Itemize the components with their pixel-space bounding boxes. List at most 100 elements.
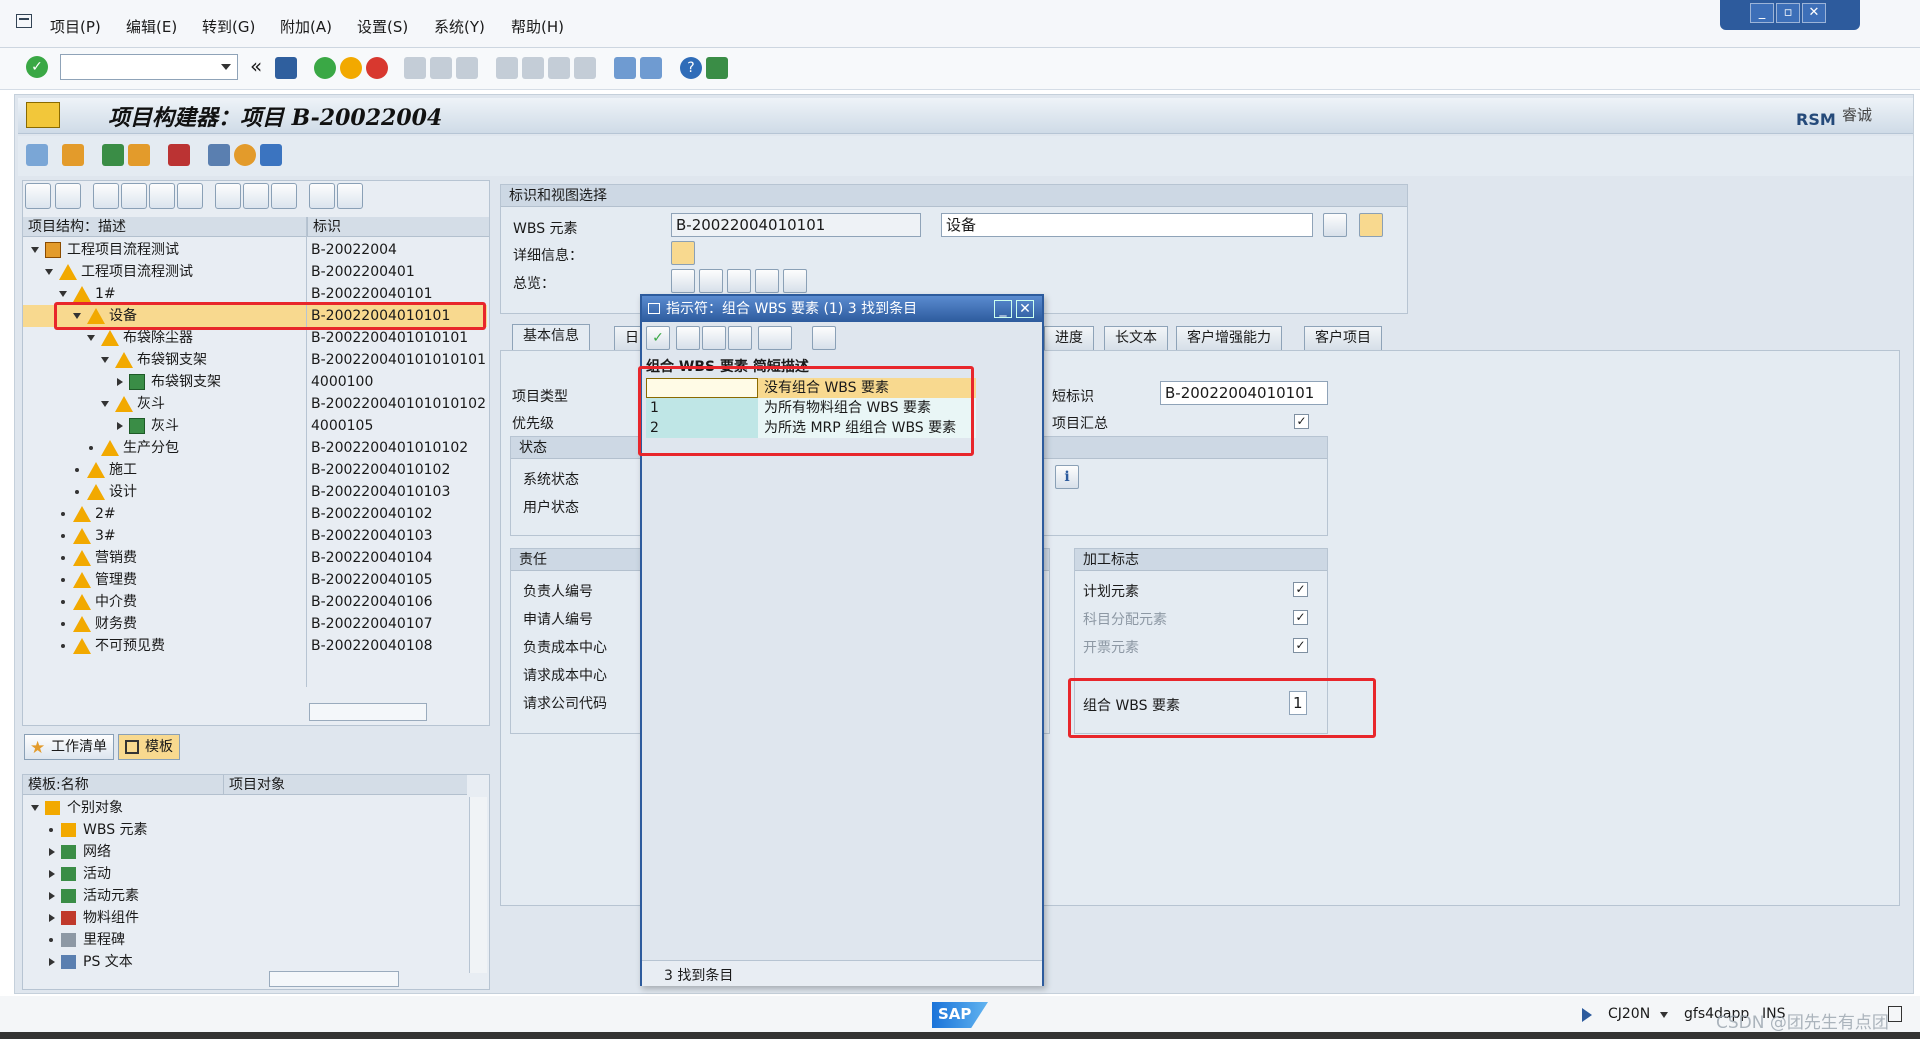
tree-row[interactable]: 中介费 B-200220040106 (23, 591, 487, 613)
dialog-cancel-icon[interactable] (676, 326, 700, 350)
help-icon[interactable]: ? (680, 57, 702, 79)
tree-row[interactable]: 工程项目流程测试 B-2002200401 (23, 261, 487, 283)
menu-help[interactable]: 帮助(H) (511, 16, 564, 37)
overview-network-icon[interactable] (671, 269, 695, 293)
expand-right-icon[interactable] (49, 914, 55, 922)
menu-goto[interactable]: 转到(G) (202, 16, 255, 37)
tree-row[interactable]: 布袋钢支架 B-200220040101010101 (23, 349, 487, 371)
tree-row[interactable]: 灰斗 4000105 (23, 415, 487, 437)
collapse-down-icon[interactable] (45, 269, 53, 275)
print-icon[interactable] (404, 57, 426, 79)
layout-grid-icon[interactable] (168, 144, 190, 166)
expand-right-icon[interactable] (49, 848, 55, 856)
template-item[interactable]: WBS 元素 (23, 819, 463, 841)
tree-row[interactable]: 不可预见费 B-200220040108 (23, 635, 487, 657)
wbs-element-field[interactable]: B-20022004010101 (671, 213, 921, 237)
template-tab[interactable]: 模板 (118, 734, 180, 760)
overview-doc-icon[interactable] (755, 269, 779, 293)
wbs-desc-field[interactable]: 设备 (941, 213, 1313, 237)
edit-icon[interactable] (208, 144, 230, 166)
menu-settings[interactable]: 设置(S) (357, 16, 408, 37)
proj-summary-checkbox[interactable]: ✓ (1294, 414, 1309, 429)
tab-0[interactable]: 基本信息 (512, 324, 590, 350)
menu-project[interactable]: 项目(P) (50, 16, 101, 37)
window-menu-icon[interactable] (16, 14, 32, 28)
minimize-icon[interactable]: _ (1750, 3, 1774, 23)
structure-icon[interactable] (102, 144, 124, 166)
chevron-down-icon[interactable] (221, 64, 231, 70)
find-tree-icon[interactable] (243, 183, 269, 209)
dialog-settings-icon[interactable] (812, 326, 836, 350)
tree-row[interactable]: 工程项目流程测试 B-20022004 (23, 239, 487, 261)
dialog-print-icon[interactable] (758, 326, 792, 350)
tree-row[interactable]: 布袋钢支架 4000100 (23, 371, 487, 393)
expand-right-icon[interactable] (117, 422, 123, 430)
expand-right-icon[interactable] (49, 958, 55, 966)
template-item[interactable]: 个别对象 (23, 797, 463, 819)
find-next-tree-icon[interactable] (271, 183, 297, 209)
find-icon[interactable] (430, 57, 452, 79)
collapse-down-icon[interactable] (31, 247, 39, 253)
expand-right-icon[interactable] (49, 870, 55, 878)
collapse-down-icon[interactable] (31, 805, 39, 811)
tree-row[interactable]: 3# B-200220040103 (23, 525, 487, 547)
command-field[interactable] (60, 54, 238, 80)
lock-icon[interactable] (1888, 1006, 1902, 1022)
first-page-icon[interactable] (496, 57, 518, 79)
template-item[interactable]: 网络 (23, 841, 463, 863)
menu-extras[interactable]: 附加(A) (280, 16, 332, 37)
tab-5[interactable]: 客户项目 (1304, 326, 1382, 350)
prev-page-icon[interactable] (522, 57, 544, 79)
dialog-close-icon[interactable]: ✕ (1016, 300, 1034, 318)
tcode-chevron-icon[interactable] (1660, 1012, 1668, 1018)
acct-elem-checkbox[interactable]: ✓ (1293, 610, 1308, 625)
worklist-tab[interactable]: ★ 工作清单 (24, 734, 114, 760)
overview-activity-icon[interactable] (699, 269, 723, 293)
plan-elem-checkbox[interactable]: ✓ (1293, 582, 1308, 597)
info-icon[interactable]: i (1055, 465, 1079, 489)
expand-right-icon[interactable] (49, 892, 55, 900)
tree-row[interactable]: 布袋除尘器 B-2002200401010101 (23, 327, 487, 349)
layout-icon[interactable] (706, 57, 728, 79)
collapse-down-icon[interactable] (59, 291, 67, 297)
tree-row[interactable]: 管理费 B-200220040105 (23, 569, 487, 591)
tree-row[interactable]: 设计 B-20022004010103 (23, 481, 487, 503)
play-icon[interactable] (1582, 1008, 1592, 1022)
tab-4[interactable]: 客户增强能力 (1176, 326, 1282, 350)
open-icon[interactable] (25, 183, 51, 209)
tree-row[interactable]: 营销费 B-200220040104 (23, 547, 487, 569)
overview-text-icon[interactable] (783, 269, 807, 293)
switch-icon[interactable] (62, 144, 84, 166)
template-item[interactable]: 物料组件 (23, 907, 463, 929)
tree-row[interactable]: 施工 B-20022004010102 (23, 459, 487, 481)
tab-2[interactable]: 进度 (1044, 326, 1094, 350)
tree-hscroll[interactable] (309, 703, 427, 721)
expand-icon[interactable] (309, 183, 335, 209)
exit-icon[interactable] (340, 57, 362, 79)
last-page-icon[interactable] (574, 57, 596, 79)
template-item[interactable]: PS 文本 (23, 951, 463, 973)
display-icon[interactable] (260, 144, 282, 166)
back-icon[interactable]: « (250, 56, 272, 78)
dialog-minimize-icon[interactable]: _ (994, 300, 1012, 318)
save-icon[interactable] (275, 57, 297, 79)
undo-icon[interactable] (177, 183, 203, 209)
confirm-icon[interactable]: ✓ (646, 326, 670, 350)
collapse-icon[interactable] (337, 183, 363, 209)
template-hscroll[interactable] (269, 971, 399, 987)
template-vscroll[interactable] (469, 797, 487, 973)
copy-icon[interactable] (121, 183, 147, 209)
delete-icon[interactable] (215, 183, 241, 209)
tree-row[interactable]: 生产分包 B-2002200401010102 (23, 437, 487, 459)
dialog-find-next-icon[interactable] (728, 326, 752, 350)
short-id-field[interactable]: B-20022004010101 (1160, 381, 1328, 405)
settings-icon[interactable] (234, 144, 256, 166)
collapse-down-icon[interactable] (87, 335, 95, 341)
restore-icon[interactable]: ▫ (1776, 3, 1800, 23)
shortcut-icon[interactable] (640, 57, 662, 79)
close-icon[interactable]: ✕ (1802, 3, 1826, 23)
menu-system[interactable]: 系统(Y) (434, 16, 485, 37)
paste-icon[interactable] (149, 183, 175, 209)
tree-row[interactable]: 财务费 B-200220040107 (23, 613, 487, 635)
overview-milestone-icon[interactable] (727, 269, 751, 293)
